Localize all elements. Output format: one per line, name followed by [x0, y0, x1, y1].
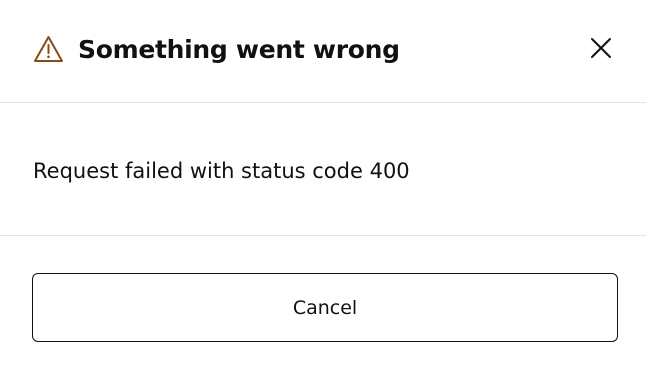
error-dialog: Something went wrong Request failed with… — [0, 0, 646, 372]
dialog-body: Request failed with status code 400 — [0, 104, 646, 236]
close-icon — [590, 37, 612, 63]
dialog-header: Something went wrong — [0, 0, 646, 103]
dialog-footer: Cancel — [0, 237, 646, 372]
cancel-button[interactable]: Cancel — [32, 273, 618, 342]
warning-triangle-icon — [33, 35, 64, 63]
dialog-title: Something went wrong — [78, 35, 400, 64]
close-button[interactable] — [584, 33, 618, 67]
error-message: Request failed with status code 400 — [33, 159, 410, 183]
